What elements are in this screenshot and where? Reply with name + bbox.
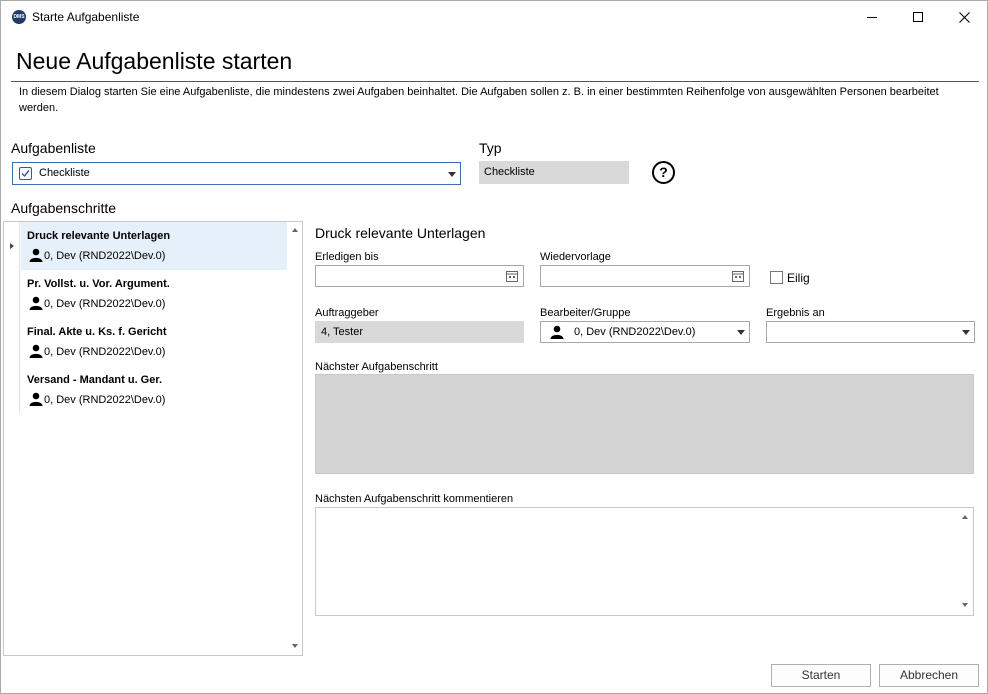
step-user: 0, Dev (RND2022\Dev.0): [44, 298, 166, 310]
button-bar: Starten Abbrechen: [1, 656, 987, 693]
step-title: Final. Akte u. Ks. f. Gericht: [27, 326, 167, 338]
detail-title: Druck relevante Unterlagen: [315, 225, 486, 241]
steps-scrollbar[interactable]: [287, 222, 303, 655]
bearbeiter-value: 0, Dev (RND2022\Dev.0): [574, 326, 696, 338]
wiedervorlage-label: Wiedervorlage: [540, 251, 611, 263]
scroll-up-icon[interactable]: [962, 515, 968, 519]
maximize-icon: [913, 12, 923, 22]
scroll-up-icon[interactable]: [292, 228, 298, 232]
step-title: Pr. Vollst. u. Vor. Argument.: [27, 278, 170, 290]
auftraggeber-label: Auftraggeber: [315, 307, 379, 319]
row-header-gutter: [4, 222, 20, 414]
cancel-button[interactable]: Abbrechen: [879, 664, 979, 687]
checklist-icon: [19, 167, 32, 180]
start-button[interactable]: Starten: [771, 664, 871, 687]
step-title: Versand - Mandant u. Ger.: [27, 374, 163, 386]
close-button[interactable]: [941, 1, 987, 33]
auftraggeber-field: 4, Tester: [315, 321, 524, 343]
naechster-aufgabenschritt-field: [315, 374, 974, 474]
aufgabenschritte-label: Aufgabenschritte: [11, 200, 117, 216]
list-item[interactable]: Druck relevante Unterlagen 0, Dev (RND20…: [21, 222, 287, 270]
typ-label: Typ: [479, 140, 502, 156]
naechster-label: Nächster Aufgabenschritt: [315, 361, 438, 373]
app-logo-icon: DMS: [12, 10, 26, 24]
wiedervorlage-input[interactable]: [540, 265, 750, 287]
chevron-down-icon[interactable]: [962, 330, 970, 335]
erledigen-bis-input[interactable]: [315, 265, 524, 287]
person-icon: [29, 296, 43, 310]
chevron-down-icon[interactable]: [448, 172, 456, 177]
list-item[interactable]: Versand - Mandant u. Ger. 0, Dev (RND202…: [21, 366, 287, 414]
steps-list: Druck relevante Unterlagen 0, Dev (RND20…: [3, 221, 303, 656]
list-item[interactable]: Pr. Vollst. u. Vor. Argument. 0, Dev (RN…: [21, 270, 287, 318]
scroll-down-icon[interactable]: [292, 644, 298, 648]
step-title: Druck relevante Unterlagen: [27, 230, 171, 242]
minimize-button[interactable]: [849, 1, 895, 33]
person-icon: [29, 248, 43, 262]
typ-field: Checkliste: [479, 161, 629, 184]
maximize-button[interactable]: [895, 1, 941, 33]
step-user: 0, Dev (RND2022\Dev.0): [44, 394, 166, 406]
eilig-checkbox[interactable]: [770, 271, 783, 284]
person-icon: [29, 344, 43, 358]
aufgabenliste-label: Aufgabenliste: [11, 140, 96, 156]
description-text: In diesem Dialog starten Sie eine Aufgab…: [19, 86, 939, 114]
step-user: 0, Dev (RND2022\Dev.0): [44, 346, 166, 358]
aufgabenliste-dropdown[interactable]: Checkliste: [12, 162, 461, 185]
ergebnis-label: Ergebnis an: [766, 307, 825, 319]
page-title: Neue Aufgabenliste starten: [16, 48, 293, 74]
bearbeiter-dropdown[interactable]: 0, Dev (RND2022\Dev.0): [540, 321, 750, 343]
kommentar-textarea[interactable]: [315, 507, 974, 616]
dialog-window: DMS Starte Aufgabenliste Neue Aufgabenli…: [0, 0, 988, 694]
list-item[interactable]: Final. Akte u. Ks. f. Gericht 0, Dev (RN…: [21, 318, 287, 366]
bearbeiter-label: Bearbeiter/Gruppe: [540, 307, 631, 319]
person-icon: [29, 392, 43, 406]
title-bar[interactable]: DMS Starte Aufgabenliste: [1, 1, 987, 33]
auftraggeber-value: 4, Tester: [321, 326, 363, 338]
heading-divider: [11, 81, 979, 82]
calendar-icon[interactable]: [732, 270, 744, 282]
minimize-icon: [867, 17, 877, 18]
close-icon: [958, 11, 970, 23]
calendar-icon[interactable]: [506, 270, 518, 282]
person-icon: [550, 325, 564, 339]
kommentar-label: Nächsten Aufgabenschritt kommentieren: [315, 493, 514, 505]
help-icon[interactable]: ?: [652, 161, 675, 184]
scroll-down-icon[interactable]: [962, 603, 968, 607]
chevron-down-icon[interactable]: [737, 330, 745, 335]
window-title: Starte Aufgabenliste: [32, 10, 140, 24]
erledigen-bis-label: Erledigen bis: [315, 251, 379, 263]
ergebnis-dropdown[interactable]: [766, 321, 975, 343]
step-user: 0, Dev (RND2022\Dev.0): [44, 250, 166, 262]
aufgabenliste-value: Checkliste: [39, 167, 90, 179]
current-row-icon: [10, 243, 14, 249]
eilig-label: Eilig: [787, 271, 810, 285]
